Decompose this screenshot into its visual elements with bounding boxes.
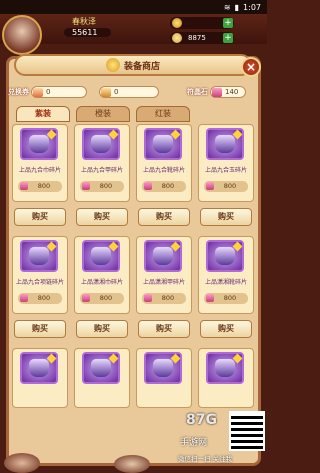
buy-button[interactable]: 购买 [200,208,252,226]
wifi-icon: ≋ [223,2,231,12]
rune-crystal-icon [20,182,28,190]
item-price: 800 [80,181,124,192]
add-gold-button[interactable]: + [223,18,233,28]
gold-currency: + [170,17,234,29]
item-price: 800 [80,293,124,304]
buy-button[interactable]: 购买 [200,320,252,338]
shop-title-bar: 装备商店 [14,54,252,76]
shop-item-card: 上品九合玉碎片 800 购买 [198,124,254,228]
watermark-brand: 手游网 [180,438,208,448]
currency-row: 兑换券 0 0 符晶石 140 [8,82,259,102]
rune-crystal-icon [212,88,222,97]
rune-crystal-icon [82,294,90,302]
shop-item-card: 上品潇湘甲碎片 800 购买 [136,236,192,340]
item-price: 800 [142,181,186,192]
item-name: 上品潇湘巾碎片 [80,279,123,286]
item-grid: 上品九合巾碎片 800 购买 上品九合甲碎片 800 购买 上品九合靴碎片 800 购买 上品九合… [12,124,255,410]
equipment-fragment-icon[interactable] [144,128,182,160]
shop-item-card: 上品潇湘靴碎片 800 购买 [198,236,254,340]
item-name: 上品九合巾碎片 [18,167,61,174]
item-name: 上品九合甲碎片 [80,167,123,174]
player-name: 春秋泽 [72,17,96,26]
rune-crystal-icon [82,182,90,190]
buy-button[interactable]: 购买 [14,208,66,226]
rune-crystal-icon [144,182,152,190]
exchange-ticket-stat: 兑换券 0 [8,86,87,98]
item-price: 800 [18,181,62,192]
equipment-fragment-icon[interactable] [82,240,120,272]
item-price: 800 [142,293,186,304]
buy-button[interactable]: 购买 [14,320,66,338]
item-name: 上品九合项链碎片 [15,279,64,286]
bottom-character-left [4,453,40,473]
rune-crystal-icon [206,182,214,190]
equipment-tabs: 紫装 橙装 红装 [16,106,190,122]
item-price: 800 [204,293,248,304]
equipment-fragment-icon[interactable] [82,352,120,384]
player-power: 55611 [64,28,112,37]
fragment-stat: 0 [97,86,159,98]
rune-crystal-icon [144,294,152,302]
equipment-fragment-icon[interactable] [82,128,120,160]
item-price: 800 [18,293,62,304]
rune-crystal-stat: 符晶石 140 [187,86,246,98]
close-button[interactable]: × [241,57,261,77]
rune-crystal-icon [206,294,214,302]
watermark-logo: 87G [186,412,217,428]
qr-code [229,411,265,451]
ingot-icon [172,33,182,43]
shop-title: 装备商店 [123,61,160,72]
ticket-icon [33,88,43,97]
equipment-fragment-icon[interactable] [20,128,58,160]
add-ingot-button[interactable]: + [223,33,233,43]
shop-item-card: 上品九合靴碎片 800 购买 [136,124,192,228]
buy-button[interactable]: 购买 [76,320,128,338]
item-name: 上品潇湘靴碎片 [204,279,247,286]
watermark-subtitle: 微信扫一扫 关注我 [178,455,233,463]
tab-purple[interactable]: 紫装 [16,106,70,122]
buy-button[interactable]: 购买 [138,208,190,226]
gold-coin-icon [172,18,182,28]
equipment-fragment-icon[interactable] [20,240,58,272]
item-name: 上品九合靴碎片 [142,167,185,174]
status-time: 1:07 [243,2,261,12]
buy-button[interactable]: 购买 [138,320,190,338]
shop-item-card: 上品潇湘巾碎片 800 购买 [74,236,130,340]
equipment-fragment-icon[interactable] [206,240,244,272]
shop-item-card [198,348,254,410]
item-name: 上品九合玉碎片 [204,167,247,174]
status-bar: ≋ ▮ 1:07 [0,0,267,14]
shop-item-card: 上品九合甲碎片 800 购买 [74,124,130,228]
shop-item-card [74,348,130,410]
equipment-fragment-icon[interactable] [144,240,182,272]
rune-crystal-icon [20,294,28,302]
player-avatar[interactable] [2,15,42,55]
item-name: 上品潇湘甲碎片 [142,279,185,286]
ingot-currency: 8875 + [170,32,234,44]
tab-orange[interactable]: 橙装 [76,106,130,122]
shop-emblem-icon [105,58,120,72]
equipment-fragment-icon[interactable] [144,352,182,384]
tab-red[interactable]: 红装 [136,106,190,122]
shop-item-card [136,348,192,410]
battery-icon: ▮ [234,2,240,12]
buy-button[interactable]: 购买 [76,208,128,226]
item-price: 800 [204,181,248,192]
shop-item-card: 上品九合项链碎片 800 购买 [12,236,68,340]
shop-item-card: 上品九合巾碎片 800 购买 [12,124,68,228]
equipment-fragment-icon[interactable] [206,352,244,384]
fragment-icon [101,88,111,97]
equipment-fragment-icon[interactable] [206,128,244,160]
equipment-fragment-icon[interactable] [20,352,58,384]
shop-item-card [12,348,68,410]
bottom-character-mid [114,455,150,473]
